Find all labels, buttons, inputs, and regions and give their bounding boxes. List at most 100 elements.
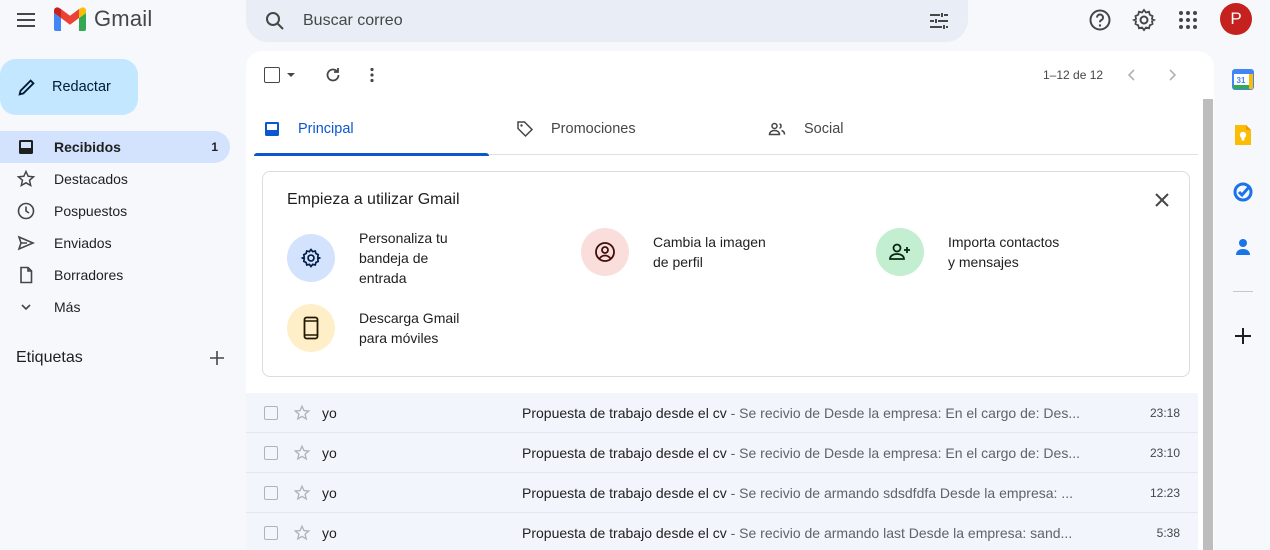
gmail-logo[interactable]: Gmail bbox=[54, 6, 152, 32]
tip-icon-circle bbox=[287, 234, 335, 282]
help-icon[interactable] bbox=[1087, 7, 1113, 33]
account-avatar[interactable]: P bbox=[1220, 3, 1252, 35]
sidebar-item-inbox[interactable]: Recibidos 1 bbox=[0, 131, 230, 163]
tab-principal[interactable]: Principal bbox=[254, 103, 489, 156]
search-options-icon[interactable] bbox=[927, 9, 951, 33]
side-panel-divider bbox=[1233, 291, 1253, 292]
chevron-left-icon[interactable] bbox=[1122, 65, 1142, 85]
tip-text: Cambia la imagen de perfil bbox=[653, 234, 766, 270]
getting-started-card: Empieza a utilizar Gmail Personaliza tu … bbox=[262, 171, 1190, 377]
tip-customize-inbox[interactable]: Personaliza tu bandeja de entrada bbox=[287, 228, 448, 288]
add-label-icon[interactable] bbox=[208, 349, 226, 367]
email-sender: yo bbox=[322, 484, 337, 501]
sidebar-item-starred[interactable]: Destacados bbox=[0, 163, 230, 195]
email-subject: Propuesta de trabajo desde el cv bbox=[522, 484, 727, 501]
compose-label: Redactar bbox=[52, 79, 111, 95]
pagination-text: 1–12 de 12 bbox=[1043, 68, 1104, 82]
contacts-icon[interactable] bbox=[1232, 236, 1254, 258]
labels-header: Etiquetas bbox=[16, 349, 226, 367]
row-checkbox[interactable] bbox=[264, 445, 278, 460]
email-time: 12:23 bbox=[1149, 485, 1180, 500]
refresh-icon[interactable] bbox=[323, 65, 343, 85]
email-time: 23:18 bbox=[1149, 405, 1180, 420]
chevron-right-icon[interactable] bbox=[1162, 65, 1182, 85]
row-checkbox[interactable] bbox=[264, 525, 278, 540]
svg-text:31: 31 bbox=[1237, 76, 1246, 85]
search-bar[interactable]: Buscar correo bbox=[246, 0, 968, 42]
row-checkbox[interactable] bbox=[264, 405, 278, 420]
email-row[interactable]: yo Propuesta de trabajo desde el cv - Se… bbox=[246, 513, 1198, 550]
getting-started-title: Empieza a utilizar Gmail bbox=[287, 191, 460, 208]
draft-icon bbox=[20, 266, 33, 284]
star-icon[interactable] bbox=[293, 484, 311, 502]
settings-gear-icon[interactable] bbox=[1131, 7, 1157, 33]
main-menu-button[interactable] bbox=[14, 8, 38, 32]
active-tab-indicator bbox=[254, 153, 489, 156]
tip-download-mobile[interactable]: Descarga Gmail para móviles bbox=[287, 304, 459, 352]
unread-count: 1 bbox=[211, 140, 218, 154]
phone-icon bbox=[303, 316, 319, 340]
pencil-icon bbox=[18, 79, 35, 96]
account-circle-icon bbox=[595, 242, 615, 262]
menu-icon bbox=[17, 13, 35, 27]
tasks-icon[interactable] bbox=[1232, 180, 1254, 202]
sidebar-nav: Recibidos 1 Destacados Pospuestos Enviad… bbox=[0, 131, 230, 323]
email-snippet: - Se recivio de armando last Desde la em… bbox=[726, 524, 1073, 541]
chevron-down-icon bbox=[21, 304, 31, 311]
email-subject: Propuesta de trabajo desde el cv bbox=[522, 524, 727, 541]
star-icon[interactable] bbox=[293, 444, 311, 462]
search-icon[interactable] bbox=[263, 9, 287, 33]
tip-change-profile-image[interactable]: Cambia la imagen de perfil bbox=[581, 228, 766, 276]
tab-label: Promociones bbox=[551, 121, 636, 137]
list-toolbar: 1–12 de 12 bbox=[246, 51, 1214, 99]
close-icon[interactable] bbox=[1151, 189, 1173, 211]
person-add-icon bbox=[889, 243, 910, 260]
sidebar-item-snoozed[interactable]: Pospuestos bbox=[0, 195, 230, 227]
keep-icon[interactable] bbox=[1232, 124, 1254, 146]
more-vert-icon[interactable] bbox=[362, 65, 382, 85]
email-sender: yo bbox=[322, 404, 337, 421]
add-addon-icon[interactable] bbox=[1232, 325, 1254, 347]
sidebar-item-label: Pospuestos bbox=[54, 203, 128, 219]
star-icon[interactable] bbox=[293, 524, 311, 542]
star-icon[interactable] bbox=[293, 404, 311, 422]
apps-grid-icon[interactable] bbox=[1175, 7, 1201, 33]
calendar-icon[interactable]: 31 bbox=[1232, 68, 1254, 90]
email-subject: Propuesta de trabajo desde el cv bbox=[522, 404, 727, 421]
scrollbar[interactable] bbox=[1203, 99, 1213, 550]
select-all-checkbox[interactable] bbox=[264, 67, 280, 83]
settings-icon bbox=[300, 248, 322, 268]
tab-label: Social bbox=[804, 121, 844, 137]
tab-label: Principal bbox=[298, 121, 354, 137]
clock-icon bbox=[17, 202, 35, 220]
sidebar-item-more[interactable]: Más bbox=[0, 291, 230, 323]
tab-social[interactable]: Social bbox=[768, 103, 1003, 155]
email-row[interactable]: yo Propuesta de trabajo desde el cv - Se… bbox=[246, 393, 1198, 433]
category-tabs: Principal Promociones Social bbox=[254, 103, 1198, 156]
email-time: 23:10 bbox=[1149, 445, 1180, 460]
gmail-m-icon bbox=[54, 7, 86, 31]
email-sender: yo bbox=[322, 444, 337, 461]
email-row[interactable]: yo Propuesta de trabajo desde el cv - Se… bbox=[246, 433, 1198, 473]
tip-text: Importa contactos y mensajes bbox=[948, 234, 1060, 270]
select-dropdown-icon[interactable] bbox=[286, 70, 296, 80]
email-subject-line: Propuesta de trabajo desde el cv - Se re… bbox=[522, 405, 1092, 421]
tip-import-contacts[interactable]: Importa contactos y mensajes bbox=[876, 228, 1059, 276]
email-row[interactable]: yo Propuesta de trabajo desde el cv - Se… bbox=[246, 473, 1198, 513]
search-input[interactable]: Buscar correo bbox=[303, 12, 927, 30]
sidebar-item-drafts[interactable]: Borradores bbox=[0, 259, 230, 291]
email-snippet: - Se recivio de armando sdsdfdfa Desde l… bbox=[726, 484, 1073, 501]
tab-promociones[interactable]: Promociones bbox=[514, 103, 749, 155]
gmail-wordmark: Gmail bbox=[94, 6, 153, 31]
sidebar-item-sent[interactable]: Enviados bbox=[0, 227, 230, 259]
row-checkbox[interactable] bbox=[264, 485, 278, 500]
email-snippet: - Se recivio de Desde la empresa: En el … bbox=[726, 404, 1080, 421]
compose-button[interactable]: Redactar bbox=[0, 59, 138, 115]
sidebar-item-label: Más bbox=[54, 299, 81, 315]
inbox-icon bbox=[265, 122, 279, 136]
email-subject-line: Propuesta de trabajo desde el cv - Se re… bbox=[522, 525, 1092, 541]
email-subject-line: Propuesta de trabajo desde el cv - Se re… bbox=[522, 485, 1092, 501]
star-icon bbox=[16, 169, 36, 188]
sidebar-item-label: Borradores bbox=[54, 267, 124, 283]
sidebar-item-label: Recibidos bbox=[54, 139, 121, 155]
